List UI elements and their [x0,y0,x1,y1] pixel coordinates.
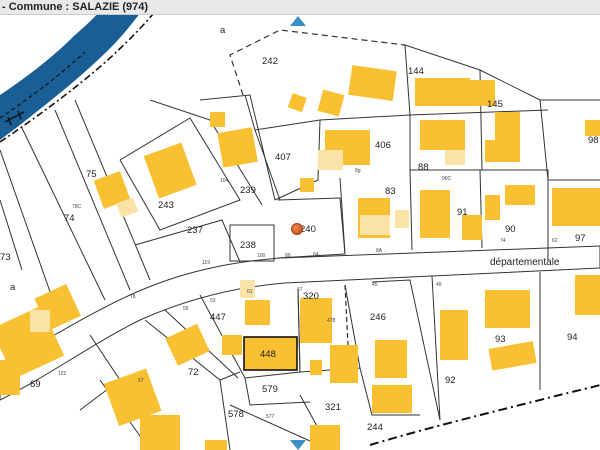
sub-parcel-number: 8g [355,168,361,174]
parcel-number: 74 [64,213,75,224]
cadastral-map[interactable]: 242 144 145 98 75 74 243 407 406 88 83 9… [0,0,600,450]
sub-parcel-number: 122 [58,371,67,377]
parcel-number: 447 [210,312,226,323]
parcel-number: 238 [240,240,256,251]
parcel-number: 244 [367,422,383,433]
sub-parcel-number: 61 [247,289,253,295]
parcel-number: 320 [303,291,319,302]
sub-parcel-number: 89 [285,253,291,259]
parcel-number: 246 [370,312,386,323]
sub-parcel-number: 100 [257,253,266,259]
parcel-number: 97 [575,233,586,244]
parcel-number: 237 [187,225,203,236]
sub-parcel-number: 478 [327,318,336,324]
sub-parcel-number: 45 [372,282,378,288]
parcel-number: 406 [375,140,391,151]
location-dot-icon[interactable] [291,223,303,235]
sub-parcel-number: 78 [130,294,136,300]
sub-parcel-number: 49 [436,282,442,288]
parcel-number: 90 [505,224,516,235]
sub-parcel-number: 104 [220,178,229,184]
sub-parcel-number: 119 [202,260,210,266]
river [0,0,150,140]
section-label: a [10,282,16,293]
parcel-number: 242 [262,56,278,67]
parcel-number: 144 [408,66,424,77]
parcel-number: 145 [487,99,503,110]
parcel-number: 243 [158,200,174,211]
parcel-number: 75 [86,169,97,180]
sub-parcel-number: 78C [72,204,82,210]
section-label: a [220,25,226,36]
parcel-number: 69 [30,379,41,390]
triangle-marker-icon[interactable] [290,440,306,450]
parcel-number: 407 [275,152,291,163]
sub-parcel-number: 90C [442,176,452,182]
sub-parcel-number: 53 [210,298,216,304]
sub-parcel-number: 64 [313,252,319,258]
parcel-number: 83 [385,186,396,197]
parcel-number: 579 [262,384,278,395]
parcel-number: 94 [567,332,578,343]
parcel-number: 98 [588,135,599,146]
parcel-number: 73 [0,252,11,263]
parcel-number: 91 [457,207,468,218]
sub-parcel-number: 62 [552,238,558,244]
parcel-number: 239 [240,185,256,196]
parcel-number: 72 [188,367,199,378]
sub-parcel-number: 74 [500,238,506,244]
parcel-number: 92 [445,375,456,386]
parcel-number: 321 [325,402,341,413]
sub-parcel-number: 55 [183,306,189,312]
road-label: départementale [490,257,560,268]
sub-parcel-number: 57 [138,378,144,384]
triangle-marker-icon[interactable] [290,16,306,26]
sub-parcel-number: 8A [376,248,383,254]
parcel-number: 93 [495,334,506,345]
sub-parcel-number: 47 [297,287,303,293]
parcel-number: 88 [418,162,429,173]
parcel-number: 578 [228,409,244,420]
parcel-number: 448 [260,349,276,360]
sub-parcel-number: 577 [266,414,275,420]
map-header-title: - Commune : SALAZIE (974) [0,0,600,15]
